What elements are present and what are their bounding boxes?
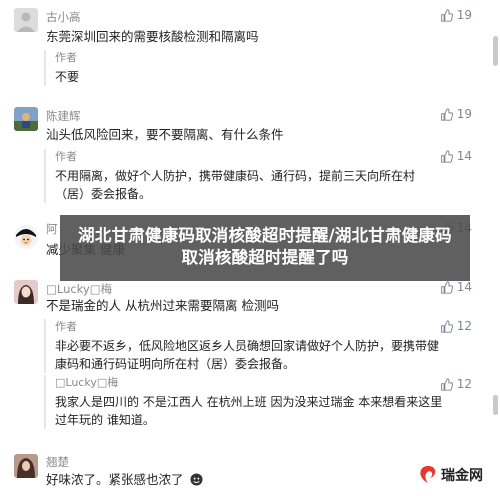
watermark-text: 瑞金网 — [441, 468, 483, 484]
reply-text-line: 不用隔离，做好个人防护，携带健康码、通行码，提前三天向所在村 — [55, 169, 416, 183]
reply-like-button[interactable]: 12 — [440, 319, 472, 333]
cartoon-avatar-icon — [14, 225, 38, 249]
watermark: 瑞金网 — [418, 465, 483, 485]
comment-text: 汕头低风险回来，要不要隔离、有什么条件 — [46, 127, 284, 142]
reply-author[interactable]: 作者 — [55, 50, 79, 65]
thumbs-up-icon — [440, 149, 453, 163]
reply-text-line: 康码和通行码证明向所在村（居）委会报备。 — [55, 357, 296, 371]
comment-text: 东莞深圳回来的需要核酸检测和隔离吗 — [46, 29, 259, 44]
like-count: 14 — [456, 280, 472, 294]
headline-overlay: 湖北甘肃健康码取消核酸超时提醒/湖北甘肃健康码取消核酸超时提醒了吗 — [60, 215, 470, 281]
scrollbar[interactable] — [492, 0, 500, 496]
comment-username[interactable]: 陈建辉 — [46, 108, 81, 124]
comment-username[interactable]: 阿 — [46, 221, 58, 237]
comment-text-content: 好味浓了。紧张感也浓了 — [46, 472, 184, 487]
reply-text-line: 过年玩的 谁知道。 — [55, 413, 155, 427]
avatar[interactable] — [14, 280, 38, 304]
reply-like-button[interactable]: 14 — [440, 149, 472, 163]
photo-avatar-icon — [14, 107, 38, 131]
thumbs-up-icon — [440, 319, 453, 333]
reply-author[interactable]: 作者 — [55, 149, 415, 164]
comment-username[interactable]: 古小高 — [46, 9, 81, 25]
reply-text-line: 我家人是四川的 不是江西人 在杭州上班 因为没来过瑞金 本来想看来这里 — [55, 395, 443, 409]
avatar[interactable] — [14, 107, 38, 131]
reply-text-line: （居）委会报备。 — [55, 187, 152, 201]
reply-block: 作者 不要 — [44, 50, 79, 86]
headline-text: 湖北甘肃健康码取消核酸超时提醒/湖北甘肃健康码取消核酸超时提醒了吗 — [78, 226, 452, 267]
avatar[interactable] — [14, 8, 38, 32]
photo-avatar-icon — [14, 454, 38, 478]
reply-text-line: 非必要不返乡，低风险地区返乡人员确想回家请做好个人防护，要携带健 — [55, 339, 440, 353]
thumbs-up-icon — [440, 107, 453, 121]
photo-avatar-icon — [14, 280, 38, 304]
like-count: 14 — [456, 149, 472, 163]
like-count: 19 — [456, 107, 472, 121]
comment-text: 好味浓了。紧张感也浓了 — [46, 469, 203, 488]
avatar[interactable] — [14, 225, 38, 249]
avatar[interactable] — [14, 454, 38, 478]
emoji-icon — [189, 473, 203, 486]
thumbs-up-icon — [440, 377, 453, 391]
reply-block: 作者 非必要不返乡，低风险地区返乡人员确想回家请做好个人防护，要携带健 康码和通… — [44, 319, 439, 373]
reply-block: 作者 不用隔离，做好个人防护，携带健康码、通行码，提前三天向所在村 （居）委会报… — [44, 149, 415, 203]
thumbs-up-icon — [440, 8, 453, 22]
comment-text: 不是瑞金的人 从杭州过来需要隔离 检测吗 — [46, 298, 279, 313]
like-count: 12 — [456, 377, 472, 391]
reply-text: 不要 — [55, 70, 80, 84]
reply-like-button[interactable]: 12 — [440, 377, 472, 391]
like-button[interactable]: 19 — [440, 8, 472, 22]
scroll-thumb[interactable] — [493, 395, 498, 415]
like-count: 19 — [456, 8, 472, 22]
like-button[interactable]: 19 — [440, 107, 472, 121]
default-avatar-icon — [14, 8, 38, 32]
scroll-thumb[interactable] — [493, 36, 498, 66]
reply-block: □Lucky□梅 我家人是四川的 不是江西人 在杭州上班 因为没来过瑞金 本来想… — [44, 375, 442, 429]
reply-author[interactable]: 作者 — [55, 319, 439, 334]
thumbs-up-icon — [440, 280, 453, 294]
like-button[interactable]: 14 — [440, 280, 472, 294]
comment-username[interactable]: 翘楚 — [46, 454, 69, 470]
reply-author[interactable]: □Lucky□梅 — [55, 375, 442, 390]
ruijin-logo-icon — [420, 466, 436, 483]
like-count: 12 — [456, 319, 472, 333]
